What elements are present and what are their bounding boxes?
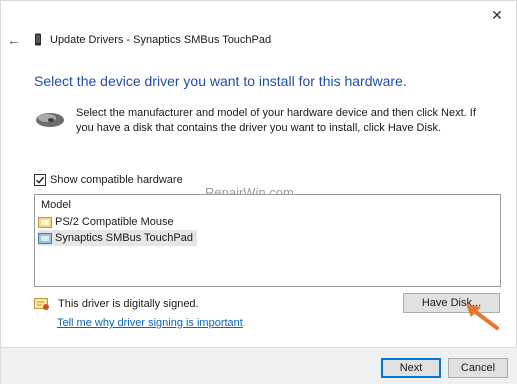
next-button[interactable]: Next <box>381 358 441 378</box>
driver-item-icon <box>38 216 52 228</box>
model-list[interactable]: Model PS/2 Compatible Mouse Synaptics SM… <box>34 194 501 287</box>
description-row: Select the manufacturer and model of you… <box>34 106 499 136</box>
driver-signing-link[interactable]: Tell me why driver signing is important <box>57 317 243 329</box>
window-title: Update Drivers - Synaptics SMBus TouchPa… <box>50 33 272 46</box>
title-row: Update Drivers - Synaptics SMBus TouchPa… <box>34 33 271 46</box>
update-drivers-window: ✕ ← Update Drivers - Synaptics SMBus Tou… <box>0 0 517 384</box>
list-item-label: Synaptics SMBus TouchPad <box>55 232 193 244</box>
list-item-ps2-mouse[interactable]: PS/2 Compatible Mouse <box>38 214 178 230</box>
list-item-synaptics-touchpad[interactable]: Synaptics SMBus TouchPad <box>38 230 197 246</box>
footer-bar: Next Cancel <box>1 347 517 384</box>
cancel-button[interactable]: Cancel <box>448 358 508 378</box>
certificate-icon <box>34 298 49 310</box>
close-button[interactable]: ✕ <box>486 5 508 25</box>
model-list-header: Model <box>41 199 71 211</box>
description-text: Select the manufacturer and model of you… <box>76 107 476 134</box>
signed-text: This driver is digitally signed. <box>58 298 199 310</box>
show-compatible-row[interactable]: Show compatible hardware <box>34 174 183 186</box>
mouse-icon <box>36 113 64 127</box>
show-compatible-checkbox[interactable] <box>34 174 46 186</box>
back-button[interactable]: ← <box>5 31 23 49</box>
back-arrow-icon[interactable]: ← <box>7 32 21 48</box>
close-icon[interactable]: ✕ <box>491 7 503 24</box>
checkmark-icon <box>36 176 45 184</box>
show-compatible-label[interactable]: Show compatible hardware <box>50 174 183 186</box>
page-heading: Select the device driver you want to ins… <box>34 73 407 89</box>
device-icon <box>35 33 41 46</box>
signed-row: This driver is digitally signed. <box>34 297 199 311</box>
list-item-label: PS/2 Compatible Mouse <box>55 216 174 228</box>
driver-item-icon <box>38 232 52 244</box>
arrow-annotation-icon <box>466 304 499 330</box>
